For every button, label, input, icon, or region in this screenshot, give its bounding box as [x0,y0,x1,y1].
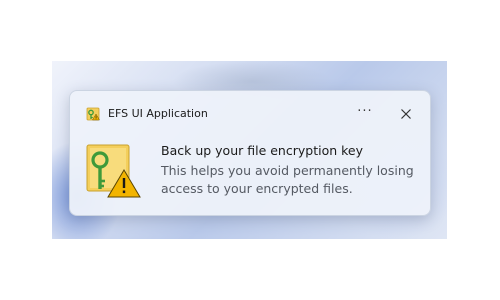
close-icon[interactable] [394,103,418,125]
notification-header: EFS UI Application ··· [70,91,430,133]
notification-body: This helps you avoid permanently losing … [161,163,414,196]
key-lock-icon [86,107,100,121]
more-options-button[interactable]: ··· [353,103,377,125]
notification-toast[interactable]: EFS UI Application ··· Back up your file… [69,90,431,216]
app-name: EFS UI Application [108,107,208,120]
notification-title: Back up your file encryption key [161,143,363,158]
key-warning-icon [86,144,141,198]
